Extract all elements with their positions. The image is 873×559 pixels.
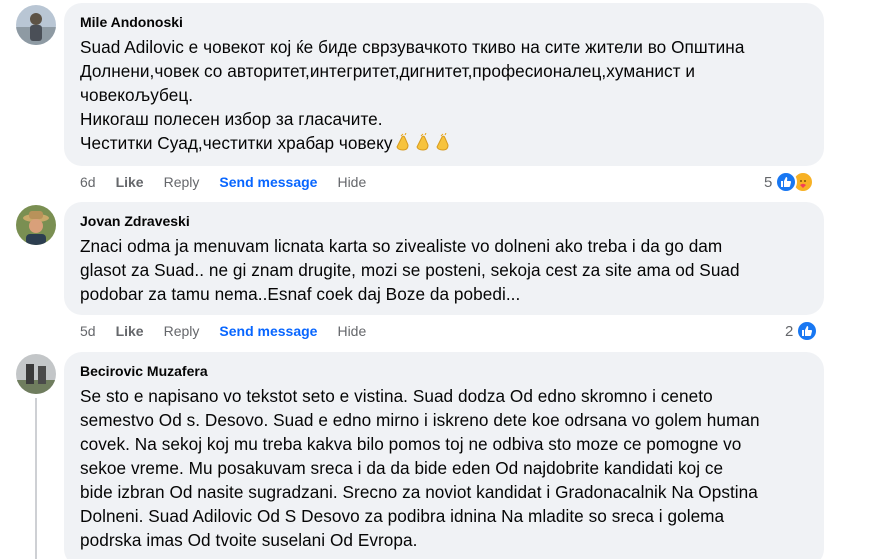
comment-author[interactable]: Mile Andonoski: [80, 13, 812, 31]
reaction-count: 2: [785, 322, 794, 340]
avatar[interactable]: [16, 205, 56, 245]
comment-author[interactable]: Jovan Zdraveski: [80, 212, 812, 230]
thread-line: [35, 398, 37, 559]
comment-age[interactable]: 5d: [80, 323, 96, 339]
comment-actions: 5d Like Reply Send message Hide: [80, 323, 386, 339]
like-button[interactable]: Like: [116, 174, 144, 190]
comment-author[interactable]: Becirovic Muzafera: [80, 362, 812, 380]
send-message-button[interactable]: Send message: [219, 323, 317, 339]
clapping-hands-icon: [433, 133, 453, 153]
comment-text: Se sto e napisano vo tekstot seto e vist…: [80, 386, 760, 550]
comment-text: Znaci odma ja menuvam licnata karta so z…: [80, 236, 740, 304]
comment-age[interactable]: 6d: [80, 174, 96, 190]
avatar[interactable]: [16, 5, 56, 45]
comment-text-line: Честитки Суад,честитки храбар човеку: [80, 133, 393, 153]
comment-text: Suad Adilovic е човекот кој ќе биде сврз…: [80, 37, 745, 129]
avatar-photo-icon: [16, 354, 56, 394]
comment-bubble: Becirovic Muzafera Se sto e napisano vo …: [64, 352, 824, 559]
hide-button[interactable]: Hide: [337, 174, 366, 190]
send-message-button[interactable]: Send message: [219, 174, 317, 190]
like-reaction-icon: [796, 320, 819, 342]
comment-bubble: Jovan Zdraveski Znaci odma ja menuvam li…: [64, 202, 824, 315]
avatar-photo-icon: [16, 205, 56, 245]
like-button[interactable]: Like: [116, 323, 144, 339]
like-reaction-icon: [775, 171, 798, 193]
comment-bubble: Mile Andonoski Suad Adilovic е човекот к…: [64, 3, 824, 166]
reaction-summary[interactable]: 2: [785, 320, 819, 342]
avatar-photo-icon: [16, 5, 56, 45]
hide-button[interactable]: Hide: [337, 323, 366, 339]
comment-actions: 6d Like Reply Send message Hide: [80, 174, 386, 190]
clapping-hands-icon: [393, 133, 413, 153]
reaction-summary[interactable]: 5: [764, 171, 815, 193]
reply-button[interactable]: Reply: [164, 174, 200, 190]
comment-text-last-line: Честитки Суад,честитки храбар човеку: [80, 131, 812, 155]
clapping-hands-icon: [413, 133, 433, 153]
reaction-count: 5: [764, 173, 773, 191]
reply-button[interactable]: Reply: [164, 323, 200, 339]
avatar[interactable]: [16, 354, 56, 394]
